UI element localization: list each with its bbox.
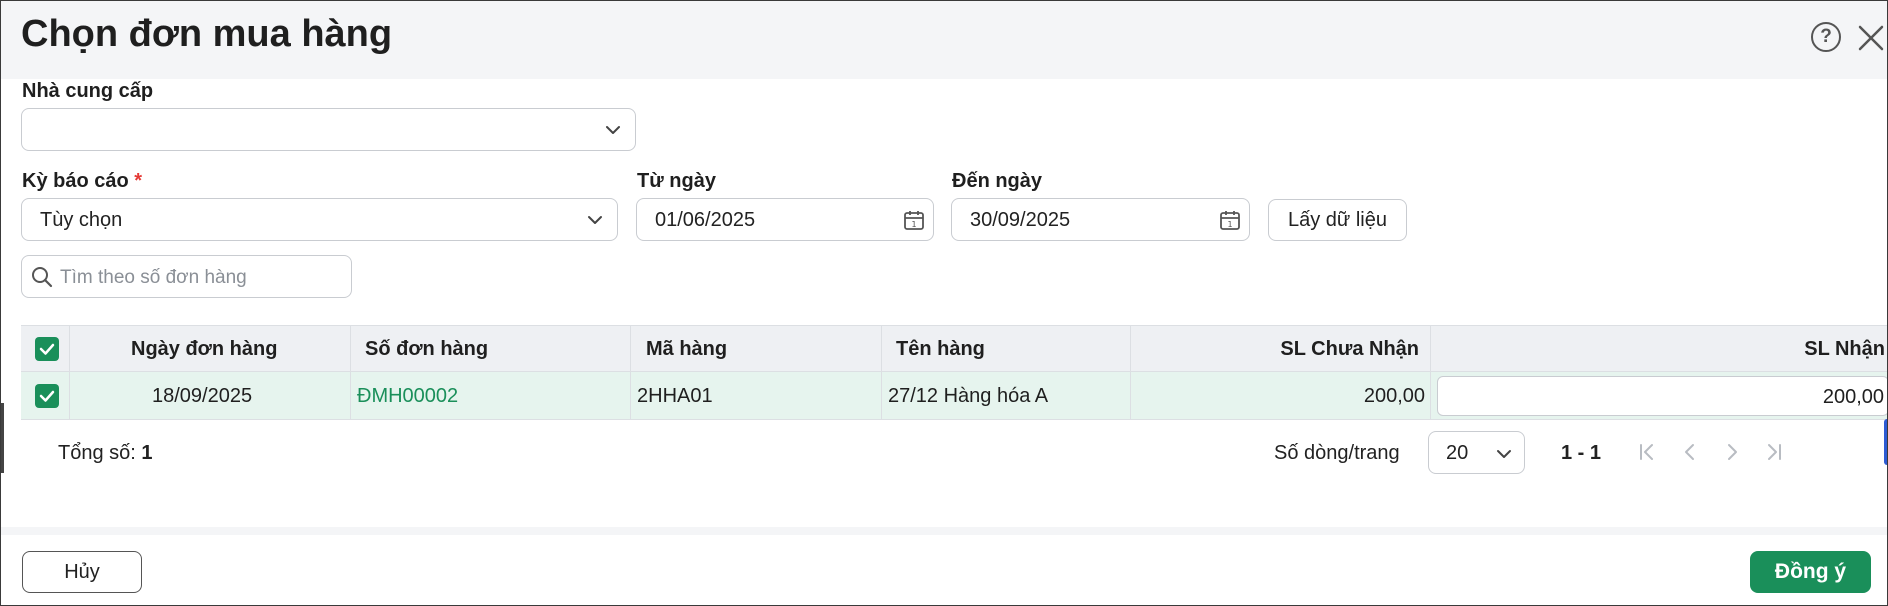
right-scroll-indicator[interactable] <box>1884 419 1887 465</box>
column-header-item-code[interactable]: Mã hàng <box>646 338 727 361</box>
column-header-item-name[interactable]: Tên hàng <box>896 338 985 361</box>
next-page-icon[interactable] <box>1719 439 1745 465</box>
first-page-icon[interactable] <box>1634 439 1660 465</box>
previous-page-icon[interactable] <box>1677 439 1703 465</box>
order-search-box[interactable]: Tìm theo số đơn hàng <box>21 255 352 298</box>
footer-divider <box>1 527 1887 535</box>
choose-purchase-order-dialog: Chọn đơn mua hàng ? Nhà cung cấp Kỳ báo … <box>0 0 1888 606</box>
select-all-checkbox[interactable] <box>35 337 59 361</box>
chevron-down-icon <box>606 126 620 134</box>
check-icon <box>39 390 55 402</box>
rows-per-page-value: 20 <box>1446 442 1469 464</box>
column-header-order-date[interactable]: Ngày đơn hàng <box>131 338 277 361</box>
qty-received-value: 200,00 <box>1822 386 1884 408</box>
from-date-input[interactable]: 01/06/2025 1 <box>636 198 934 241</box>
search-placeholder: Tìm theo số đơn hàng <box>60 267 247 288</box>
search-icon <box>32 267 53 288</box>
total-count: Tổng số: 1 <box>58 442 153 465</box>
left-edge-marker <box>1 403 4 473</box>
cancel-button[interactable]: Hủy <box>22 551 142 593</box>
svg-text:1: 1 <box>911 220 916 229</box>
page-range: 1 - 1 <box>1561 442 1602 464</box>
cell-item-name: 27/12 Hàng hóa A <box>888 385 1049 407</box>
dialog-header: Chọn đơn mua hàng ? <box>1 1 1887 79</box>
required-mark: * <box>134 170 143 192</box>
total-label: Tổng số: <box>58 442 136 464</box>
column-header-qty-pending[interactable]: SL Chưa Nhận <box>1280 338 1419 361</box>
svg-text:1: 1 <box>1227 220 1232 229</box>
qty-received-input[interactable]: 200,00 <box>1437 376 1887 416</box>
period-label: Kỳ báo cáo * <box>22 170 142 193</box>
period-label-text: Kỳ báo cáo <box>22 170 129 192</box>
question-circle-icon[interactable]: ? <box>1811 22 1841 52</box>
table-header: Ngày đơn hàng Số đơn hàng Mã hàng Tên hà… <box>21 325 1887 372</box>
dialog-title: Chọn đơn mua hàng <box>21 13 393 55</box>
get-data-button[interactable]: Lấy dữ liệu <box>1268 199 1407 241</box>
cell-qty-pending: 200,00 <box>1363 385 1425 407</box>
close-icon[interactable] <box>1856 21 1886 53</box>
chevron-down-icon <box>1497 450 1511 458</box>
table-row[interactable]: 18/09/2025 ĐMH00002 2HHA01 27/12 Hàng hó… <box>21 372 1887 420</box>
supplier-select[interactable] <box>21 108 636 151</box>
column-header-qty-received[interactable]: SL Nhận <box>1804 338 1885 361</box>
to-date-input[interactable]: 30/09/2025 1 <box>951 198 1250 241</box>
check-icon <box>39 343 55 355</box>
from-date-label: Từ ngày <box>637 170 716 192</box>
cell-order-date: 18/09/2025 <box>152 385 253 407</box>
from-date-value: 01/06/2025 <box>655 209 756 231</box>
supplier-label: Nhà cung cấp <box>22 80 154 102</box>
to-date-label: Đến ngày <box>952 170 1043 192</box>
period-value: Tùy chọn <box>40 209 123 231</box>
calendar-icon[interactable]: 1 <box>903 209 925 231</box>
cell-order-no-link[interactable]: ĐMH00002 <box>357 385 458 408</box>
calendar-icon[interactable]: 1 <box>1219 209 1241 231</box>
last-page-icon[interactable] <box>1761 439 1787 465</box>
total-value: 1 <box>141 442 153 464</box>
period-select[interactable]: Tùy chọn <box>21 198 618 241</box>
column-header-order-no[interactable]: Số đơn hàng <box>365 338 488 361</box>
rows-per-page-label: Số dòng/trang <box>1274 442 1400 464</box>
rows-per-page-select[interactable]: 20 <box>1428 431 1525 474</box>
row-checkbox[interactable] <box>35 384 59 408</box>
to-date-value: 30/09/2025 <box>970 209 1071 231</box>
cell-item-code: 2HHA01 <box>637 385 713 407</box>
chevron-down-icon <box>588 216 602 224</box>
confirm-button[interactable]: Đồng ý <box>1750 551 1871 593</box>
